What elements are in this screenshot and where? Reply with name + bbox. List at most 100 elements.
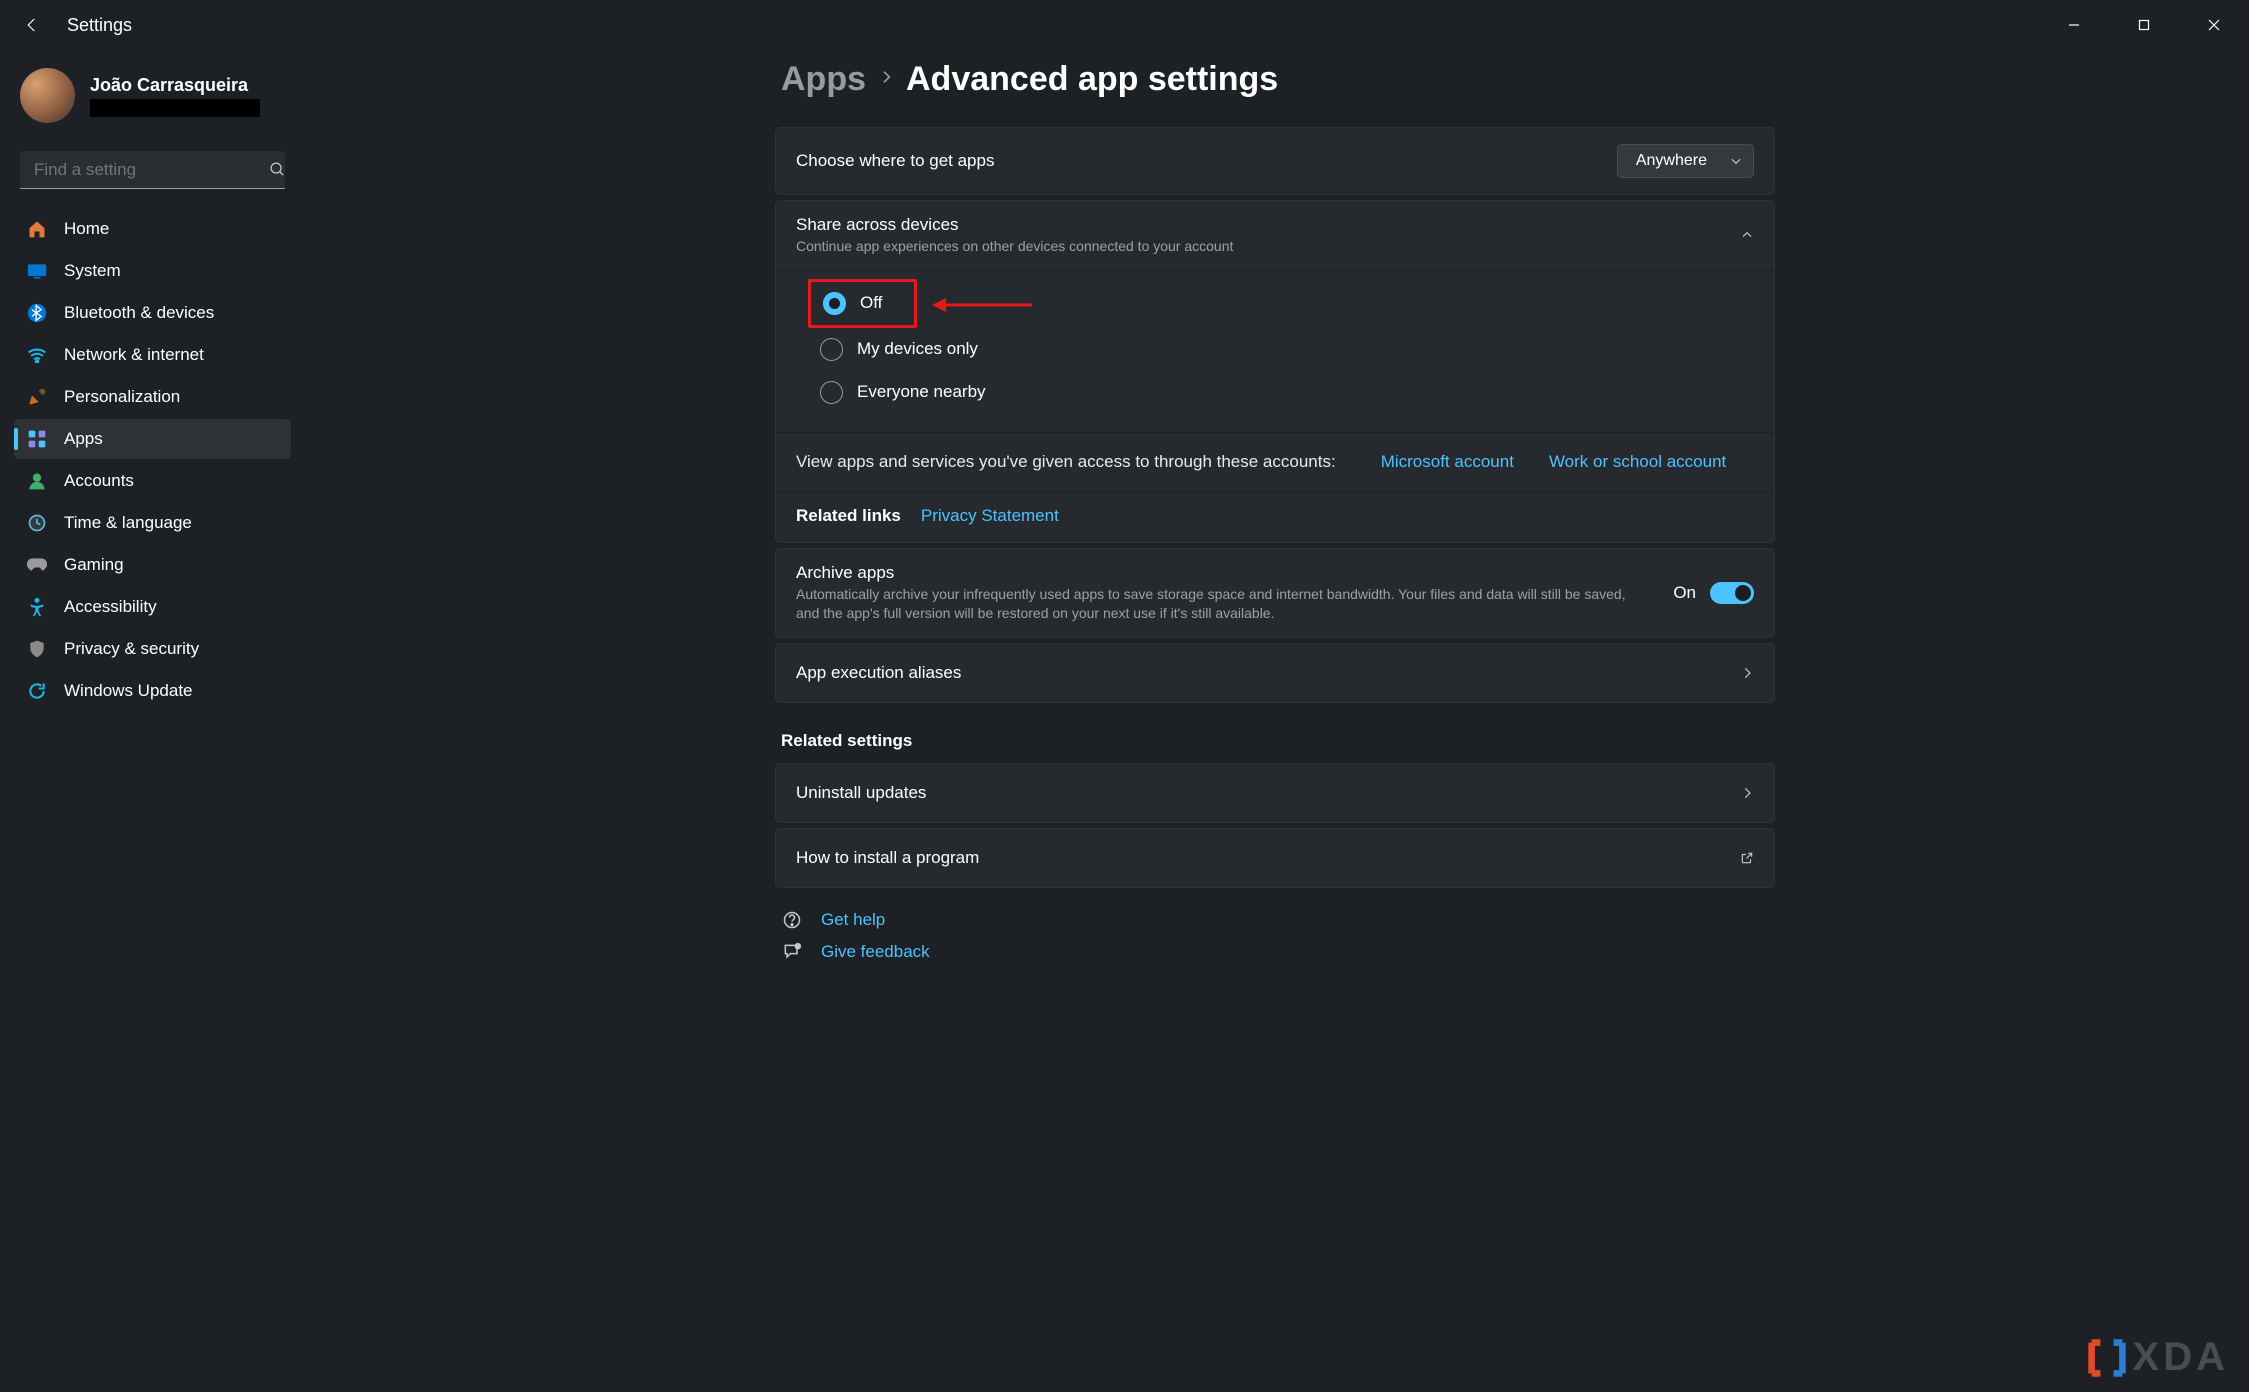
personalization-icon — [26, 386, 48, 408]
dropdown-get-apps[interactable]: Anywhere — [1617, 144, 1754, 178]
radio-unselected-icon — [820, 338, 843, 361]
card-app-aliases[interactable]: App execution aliases — [775, 643, 1775, 703]
radio-group: Off My devices only Everyone nearby — [776, 270, 1774, 432]
external-link-icon — [1740, 851, 1754, 865]
card-label: Choose where to get apps — [796, 151, 1617, 171]
nav-update[interactable]: Windows Update — [14, 671, 291, 711]
nav-home[interactable]: Home — [14, 209, 291, 249]
access-row: View apps and services you've given acce… — [776, 432, 1774, 491]
nav-bluetooth[interactable]: Bluetooth & devices — [14, 293, 291, 333]
search-icon — [269, 161, 286, 178]
maximize-button[interactable] — [2109, 0, 2179, 50]
accessibility-icon — [26, 596, 48, 618]
card-get-apps[interactable]: Choose where to get apps Anywhere — [775, 127, 1775, 195]
system-icon — [26, 260, 48, 282]
close-button[interactable] — [2179, 0, 2249, 50]
access-text: View apps and services you've given acce… — [796, 452, 1336, 472]
radio-off[interactable]: Off — [813, 284, 882, 323]
annotation-arrow — [932, 295, 1032, 315]
nav-system[interactable]: System — [14, 251, 291, 291]
back-button[interactable] — [22, 15, 42, 35]
link-work-account[interactable]: Work or school account — [1549, 452, 1726, 472]
link-privacy-statement[interactable]: Privacy Statement — [921, 506, 1059, 526]
breadcrumb: Apps Advanced app settings — [781, 60, 1775, 99]
card-uninstall-updates[interactable]: Uninstall updates — [775, 763, 1775, 823]
nav-label: Bluetooth & devices — [64, 303, 214, 323]
nav-apps[interactable]: Apps — [14, 419, 291, 459]
link-ms-account[interactable]: Microsoft account — [1381, 452, 1514, 472]
window-controls — [2039, 0, 2249, 50]
nav-personalization[interactable]: Personalization — [14, 377, 291, 417]
avatar — [20, 68, 75, 123]
network-icon — [26, 344, 48, 366]
chevron-down-icon — [1729, 154, 1743, 168]
card-how-to-install[interactable]: How to install a program — [775, 828, 1775, 888]
time-icon — [26, 512, 48, 534]
get-help-link[interactable]: Get help — [781, 910, 1775, 930]
radio-unselected-icon — [820, 381, 843, 404]
card-label: How to install a program — [796, 848, 1740, 868]
user-email-redacted — [90, 99, 260, 117]
nav-gaming[interactable]: Gaming — [14, 545, 291, 585]
radio-label: My devices only — [857, 339, 978, 359]
nav-label: System — [64, 261, 121, 281]
feedback-icon — [781, 942, 803, 962]
footer-links: Get help Give feedback — [781, 910, 1775, 962]
chevron-right-icon — [878, 69, 894, 90]
card-label: Archive apps — [796, 563, 1648, 583]
related-settings-heading: Related settings — [781, 731, 1775, 751]
radio-label: Off — [860, 293, 882, 313]
search-box[interactable] — [20, 151, 285, 189]
nav-label: Gaming — [64, 555, 124, 575]
bluetooth-icon — [26, 302, 48, 324]
nav-network[interactable]: Network & internet — [14, 335, 291, 375]
home-icon — [26, 218, 48, 240]
minimize-button[interactable] — [2039, 0, 2109, 50]
sidebar: João Carrasqueira Home System Bluetooth … — [0, 50, 305, 723]
radio-everyone[interactable]: Everyone nearby — [776, 371, 1774, 414]
window-title: Settings — [67, 15, 132, 36]
nav-accessibility[interactable]: Accessibility — [14, 587, 291, 627]
nav-accounts[interactable]: Accounts — [14, 461, 291, 501]
search-input[interactable] — [20, 160, 269, 180]
card-label: Share across devices — [796, 215, 1740, 235]
annotation-highlight: Off — [808, 279, 917, 328]
toggle-archive: On — [1673, 582, 1754, 604]
help-icon — [781, 910, 803, 930]
user-name: João Carrasqueira — [90, 75, 260, 96]
nav-label: Home — [64, 219, 109, 239]
gaming-icon — [26, 554, 48, 576]
card-header[interactable]: Share across devices Continue app experi… — [776, 201, 1774, 270]
page-title: Advanced app settings — [906, 60, 1278, 99]
card-sub: Automatically archive your infrequently … — [796, 585, 1648, 623]
main: Apps Advanced app settings Choose where … — [305, 50, 2249, 1392]
radio-my-devices[interactable]: My devices only — [776, 328, 1774, 371]
chevron-right-icon — [1740, 666, 1754, 680]
card-label: Uninstall updates — [796, 783, 1740, 803]
nav-privacy[interactable]: Privacy & security — [14, 629, 291, 669]
related-links-label: Related links — [796, 506, 901, 526]
nav-time[interactable]: Time & language — [14, 503, 291, 543]
chevron-right-icon — [1740, 786, 1754, 800]
toggle-switch[interactable] — [1710, 582, 1754, 604]
nav-label: Apps — [64, 429, 103, 449]
nav-label: Personalization — [64, 387, 180, 407]
nav-label: Accessibility — [64, 597, 157, 617]
card-archive-apps[interactable]: Archive apps Automatically archive your … — [775, 548, 1775, 638]
watermark: XDA — [2085, 1335, 2229, 1380]
accounts-icon — [26, 470, 48, 492]
privacy-icon — [26, 638, 48, 660]
nav-label: Windows Update — [64, 681, 193, 701]
nav-label: Network & internet — [64, 345, 204, 365]
titlebar: Settings — [0, 0, 2249, 50]
radio-label: Everyone nearby — [857, 382, 986, 402]
card-share-devices: Share across devices Continue app experi… — [775, 200, 1775, 543]
link-label: Get help — [821, 910, 885, 930]
dropdown-value: Anywhere — [1636, 152, 1707, 170]
nav: Home System Bluetooth & devices Network … — [10, 209, 295, 711]
watermark-text: XDA — [2133, 1335, 2229, 1380]
give-feedback-link[interactable]: Give feedback — [781, 942, 1775, 962]
nav-label: Privacy & security — [64, 639, 199, 659]
breadcrumb-parent[interactable]: Apps — [781, 60, 866, 99]
profile[interactable]: João Carrasqueira — [10, 62, 295, 135]
